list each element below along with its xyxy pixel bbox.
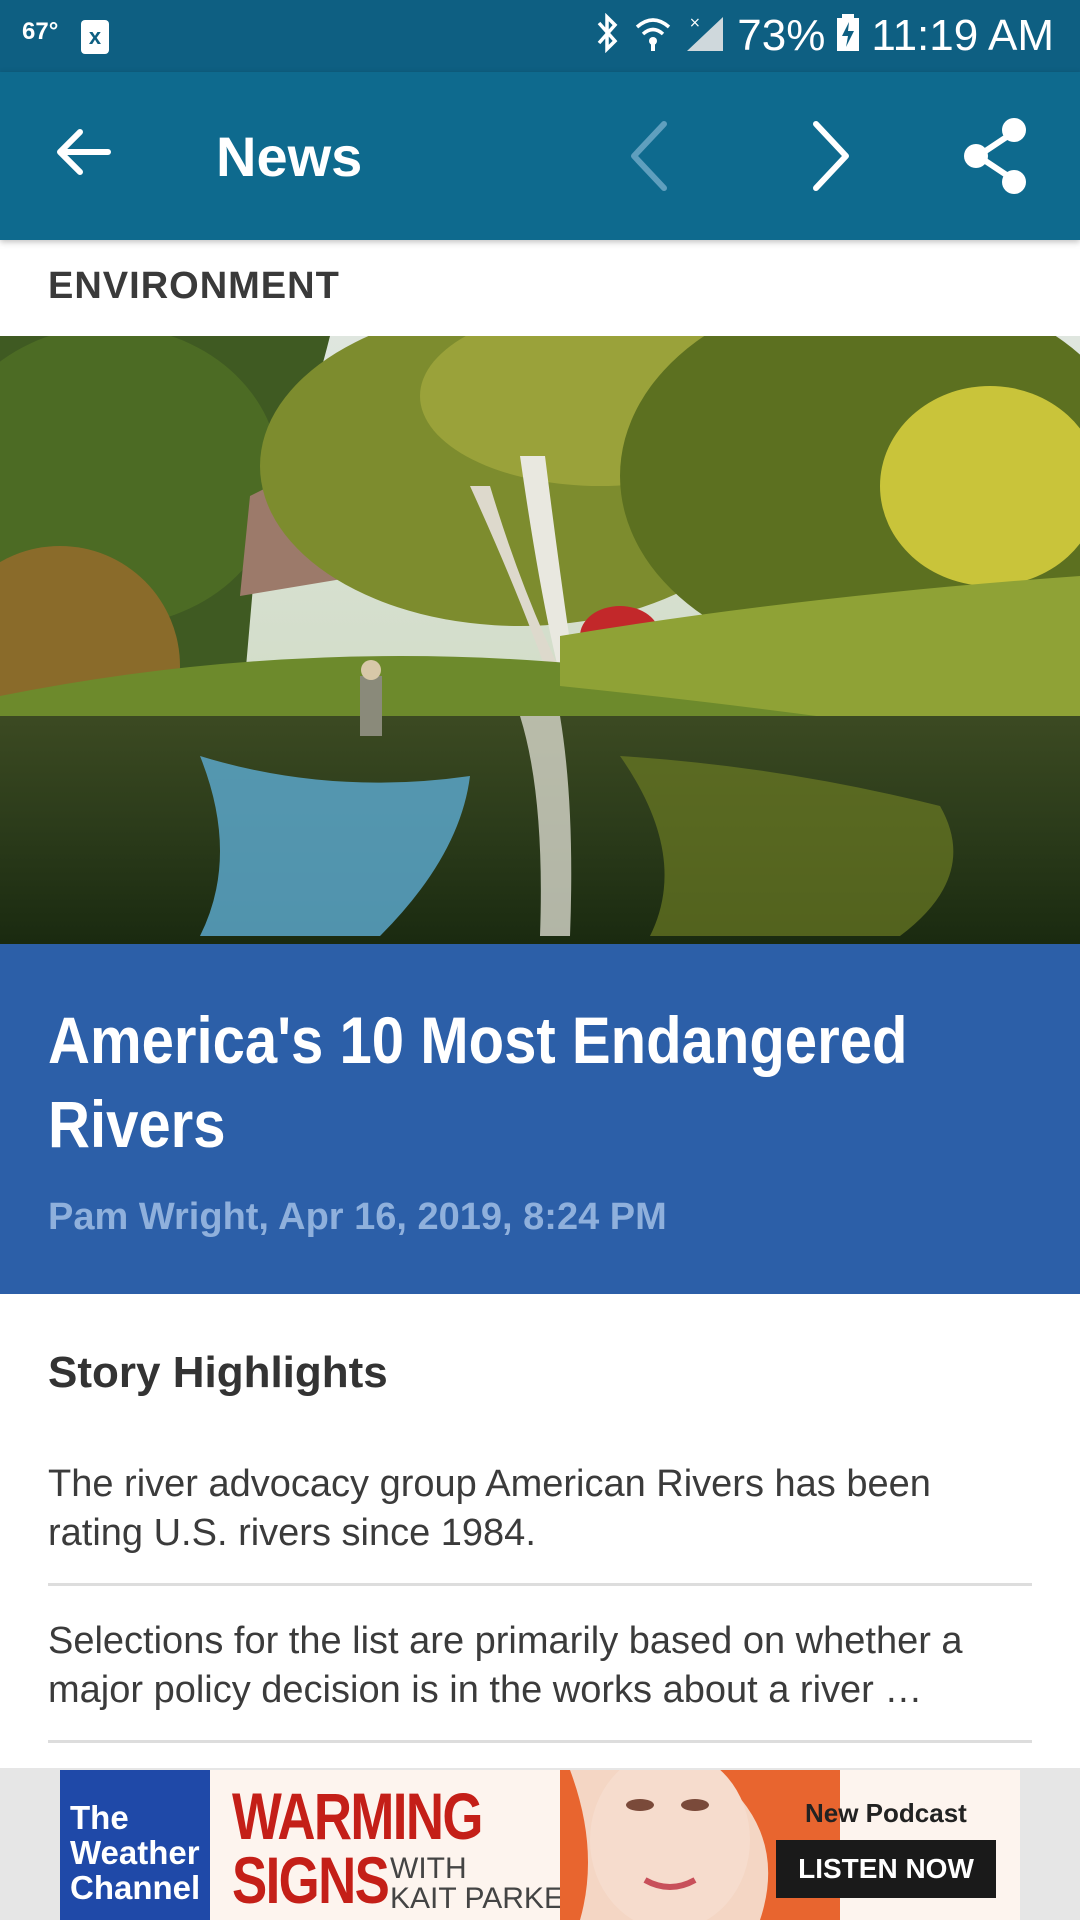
chevron-right-icon[interactable]: [800, 116, 860, 196]
divider: [48, 1740, 1032, 1743]
svg-text:×: ×: [689, 15, 701, 31]
status-bar: 67° x × 73% 11:19 AM: [0, 0, 1080, 72]
listen-now-button[interactable]: LISTEN NOW: [776, 1840, 996, 1898]
share-icon[interactable]: [960, 116, 1032, 196]
ad-subtitle: WITH KAIT PARKER: [390, 1854, 586, 1914]
status-right-group: × 73% 11:19 AM: [593, 10, 1054, 62]
wifi-icon: [633, 13, 673, 59]
battery-percent: 73%: [737, 11, 826, 60]
ad-banner[interactable]: The Weather Channel WARMING SIGNS WITH K…: [60, 1770, 1020, 1920]
headline-box: America's 10 Most Endangered Rivers Pam …: [0, 944, 1080, 1294]
chevron-left-icon[interactable]: [620, 116, 680, 196]
back-arrow-icon[interactable]: [52, 120, 116, 184]
battery-charging-icon: [835, 13, 861, 59]
bluetooth-icon: [593, 12, 623, 59]
notification-icon: x: [81, 20, 109, 54]
highlight-item: The river advocacy group American Rivers…: [48, 1463, 931, 1554]
app-toolbar: News: [0, 72, 1080, 240]
story-highlights-heading: Story Highlights: [48, 1348, 388, 1397]
article-byline: Pam Wright, Apr 16, 2019, 8:24 PM: [48, 1196, 667, 1238]
ad-with-text: WITH: [390, 1852, 467, 1885]
hero-image: [0, 336, 1080, 944]
highlight-item: Selections for the list are primarily ba…: [48, 1620, 963, 1711]
status-temperature: 67°: [22, 18, 59, 45]
weather-channel-logo: The Weather Channel: [60, 1770, 210, 1920]
section-label: ENVIRONMENT: [48, 265, 340, 307]
cell-signal-icon: ×: [683, 13, 727, 59]
ad-host-name: KAIT PARKER: [390, 1882, 586, 1915]
ad-title-line2: SIGNS: [232, 1843, 390, 1917]
ad-tagline: New Podcast: [805, 1798, 967, 1828]
status-time: 11:19 AM: [871, 11, 1054, 60]
article-headline: America's 10 Most Endangered Rivers: [48, 1003, 908, 1161]
divider: [48, 1583, 1032, 1586]
toolbar-title: News: [216, 125, 363, 188]
